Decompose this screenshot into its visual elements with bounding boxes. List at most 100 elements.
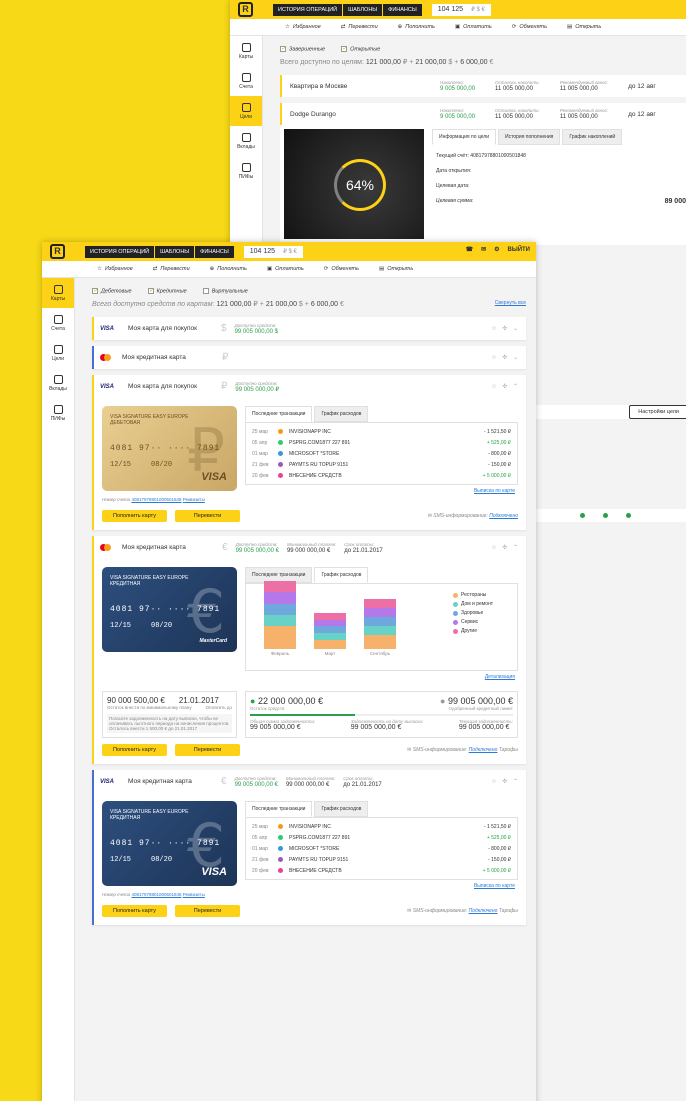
sidebar-item-deposits[interactable]: Вклады xyxy=(230,126,262,156)
balance-box[interactable]: 104 125 ₽ $ € xyxy=(431,3,491,16)
finance-tab[interactable]: Финансы xyxy=(383,3,422,16)
sidebar-item-funds[interactable]: ПИФы xyxy=(42,398,74,428)
collapse-all-link[interactable]: Свернуть все xyxy=(495,300,526,311)
logo-icon[interactable]: R xyxy=(50,244,65,259)
phone-icon[interactable]: ☎ xyxy=(466,246,473,253)
statement-link[interactable]: Выписка по карте xyxy=(474,488,515,494)
filter-finished[interactable]: Завершенные xyxy=(280,45,325,52)
transaction-row[interactable]: 21 фев PAYMTS RU TOPUP 9151 - 150,00 ₽ xyxy=(252,459,511,470)
sidebar-item-accounts[interactable]: Счета xyxy=(230,66,262,96)
bar-segment xyxy=(264,626,296,649)
tx-amount: + 525,00 ₽ xyxy=(486,439,511,446)
transaction-row[interactable]: 25 мар INVISIONAPP INC - 1 521,50 ₽ xyxy=(252,426,511,437)
sidebar-item-deposits[interactable]: Вклады xyxy=(42,368,74,398)
card-controls[interactable]: ☆ ✣ ⌄ xyxy=(491,325,520,332)
goal-settings-button[interactable]: Настройки цели xyxy=(629,405,686,419)
tab-transactions[interactable]: Последние транзакции xyxy=(245,406,313,422)
tab-transactions[interactable]: Последние транзакции xyxy=(245,801,313,817)
pay-label: Оплатить xyxy=(463,24,492,30)
sms-link[interactable]: Подключено xyxy=(469,747,498,753)
transaction-row[interactable]: 01 мар MICROSOFT *STORE - 800,00 ₽ xyxy=(252,448,511,459)
requisites-link[interactable]: Реквизиты xyxy=(183,892,205,897)
topup-button[interactable]: ⊕ Пополнить xyxy=(398,24,435,30)
tab-history[interactable]: История пополнения xyxy=(498,129,561,145)
progress-percent: 64% xyxy=(345,177,375,193)
transaction-row[interactable]: 25 мар INVISIONAPP INC - 1 521,50 ₽ xyxy=(252,821,511,832)
favorites-button[interactable]: ☆ Избранное xyxy=(285,24,321,30)
sms-link[interactable]: Подключено xyxy=(469,908,498,914)
legend-item: Рестораны xyxy=(453,592,513,598)
tab-expenses[interactable]: График расходов xyxy=(314,406,369,422)
card-row[interactable]: VISA Моя карта для покупок $ Доступно ср… xyxy=(92,317,526,340)
sidebar-item-accounts[interactable]: Счета xyxy=(42,308,74,338)
goal-row-car[interactable]: Dodge Durango Накоплено: 9 005 000,00 Ост… xyxy=(280,103,686,125)
card-icon xyxy=(53,284,63,294)
tab-expenses[interactable]: График расходов xyxy=(314,567,369,583)
topup-card-button[interactable]: Пополнить карту xyxy=(102,744,167,756)
transfer-card-button[interactable]: Перевести xyxy=(175,744,240,756)
filter-open[interactable]: Открытые xyxy=(341,45,380,52)
transaction-row[interactable]: 20 фев ВНЕСЕНИЕ СРЕДСТВ + 5 000,00 ₽ xyxy=(252,470,511,481)
requisites-link[interactable]: Реквизиты xyxy=(183,497,205,502)
tx-amount: - 150,00 ₽ xyxy=(488,461,511,468)
history-tab[interactable]: История операций xyxy=(85,245,155,258)
transfer-card-button[interactable]: Перевести xyxy=(175,510,240,522)
transfer-card-button[interactable]: Перевести xyxy=(175,905,240,917)
card-controls[interactable]: ☆ ✣ ⌃ xyxy=(491,778,520,785)
card-row[interactable]: Моя кредитная карта ₽ ☆ ✣ ⌄ xyxy=(92,346,526,369)
sidebar-item-cards[interactable]: Карты xyxy=(42,278,74,308)
transaction-row[interactable]: 20 фев ВНЕСЕНИЕ СРЕДСТВ + 5 000,00 ₽ xyxy=(252,865,511,876)
tab-expenses[interactable]: График расходов xyxy=(314,801,369,817)
pay-button[interactable]: ▣ Оплатить xyxy=(455,24,492,30)
open-button[interactable]: ▤ Открыть xyxy=(567,24,601,30)
topup-card-button[interactable]: Пополнить карту xyxy=(102,905,167,917)
filter-virtual[interactable]: Виртуальные xyxy=(202,287,248,294)
transaction-row[interactable]: 21 фев PAYMTS RU TOPUP 9151 - 150,00 ₽ xyxy=(252,854,511,865)
bar-segment xyxy=(264,615,296,627)
exit-button[interactable]: ВЫЙТИ xyxy=(508,247,531,253)
logo-icon[interactable]: R xyxy=(238,2,253,17)
transfer-button[interactable]: ⇄ Перевести xyxy=(341,24,378,30)
sidebar-item-funds[interactable]: ПИФы xyxy=(230,156,262,186)
transaction-row[interactable]: 01 мар MICROSOFT *STORE - 800,00 ₽ xyxy=(252,843,511,854)
sidebar-item-goals[interactable]: Цели xyxy=(230,96,262,126)
templates-tab[interactable]: Шаблоны xyxy=(343,3,383,16)
sidebar-item-goals[interactable]: Цели xyxy=(42,338,74,368)
account-link[interactable]: 40817978801000501848 xyxy=(131,497,181,502)
history-tab[interactable]: История операций xyxy=(273,3,343,16)
templates-tab[interactable]: Шаблоны xyxy=(155,245,195,258)
credit-summary: ● 22 000 000,00 € ● 99 005 000,00 € Остат… xyxy=(245,691,518,738)
card-controls[interactable]: ☆ ✣ ⌃ xyxy=(491,544,520,551)
favorites-button[interactable]: ☆ Избранное xyxy=(97,266,133,272)
target-sum-value: 89 000 xyxy=(664,198,686,205)
statement-link[interactable]: Выписка по карте xyxy=(474,883,515,889)
balance-box[interactable]: 104 125 ₽ $ € xyxy=(243,245,303,258)
pay-button[interactable]: ▣ Оплатить xyxy=(267,266,304,272)
transfer-button[interactable]: ⇄ Перевести xyxy=(153,266,190,272)
settings-icon[interactable]: ⚙ xyxy=(494,246,499,253)
sms-link[interactable]: Подключено xyxy=(489,513,518,519)
open-button[interactable]: ▤ Открыть xyxy=(379,266,413,272)
finance-tab[interactable]: Финансы xyxy=(195,245,234,258)
transaction-row[interactable]: 05 апр PSPRG.COM1877 227 891 + 525,00 ₽ xyxy=(252,832,511,843)
open-label: Открыть xyxy=(387,266,414,272)
filter-credit[interactable]: Кредитные xyxy=(147,287,187,294)
account-link[interactable]: 40817978801000501848 xyxy=(131,892,181,897)
exchange-button[interactable]: ⟳ Обменять xyxy=(512,24,547,30)
tariffs-link[interactable]: Тарифы xyxy=(499,908,518,914)
tab-schedule[interactable]: График накоплений xyxy=(562,129,623,145)
detail-link[interactable]: Детализация xyxy=(485,674,515,680)
goal-row-apartment[interactable]: Квартира в Москве Накоплено: 9 005 000,00… xyxy=(280,75,686,97)
card-controls[interactable]: ☆ ✣ ⌄ xyxy=(491,354,520,361)
tab-goal-info[interactable]: Информация по цели xyxy=(432,129,497,145)
goal-rec: Рекомендуемый взнос: 11 005 000,00 xyxy=(560,80,608,92)
topup-button[interactable]: ⊕ Пополнить xyxy=(210,266,247,272)
transaction-row[interactable]: 05 апр PSPRG.COM1877 227 891 + 525,00 ₽ xyxy=(252,437,511,448)
tariffs-link[interactable]: Тарифы xyxy=(499,747,518,753)
mail-icon[interactable]: ✉ xyxy=(481,246,486,253)
topup-card-button[interactable]: Пополнить карту xyxy=(102,510,167,522)
sidebar-item-cards[interactable]: Карты xyxy=(230,36,262,66)
filter-debit[interactable]: Дебетовые xyxy=(92,287,132,294)
card-controls[interactable]: ☆ ✣ ⌃ xyxy=(491,383,520,390)
exchange-button[interactable]: ⟳ Обменять xyxy=(324,266,359,272)
